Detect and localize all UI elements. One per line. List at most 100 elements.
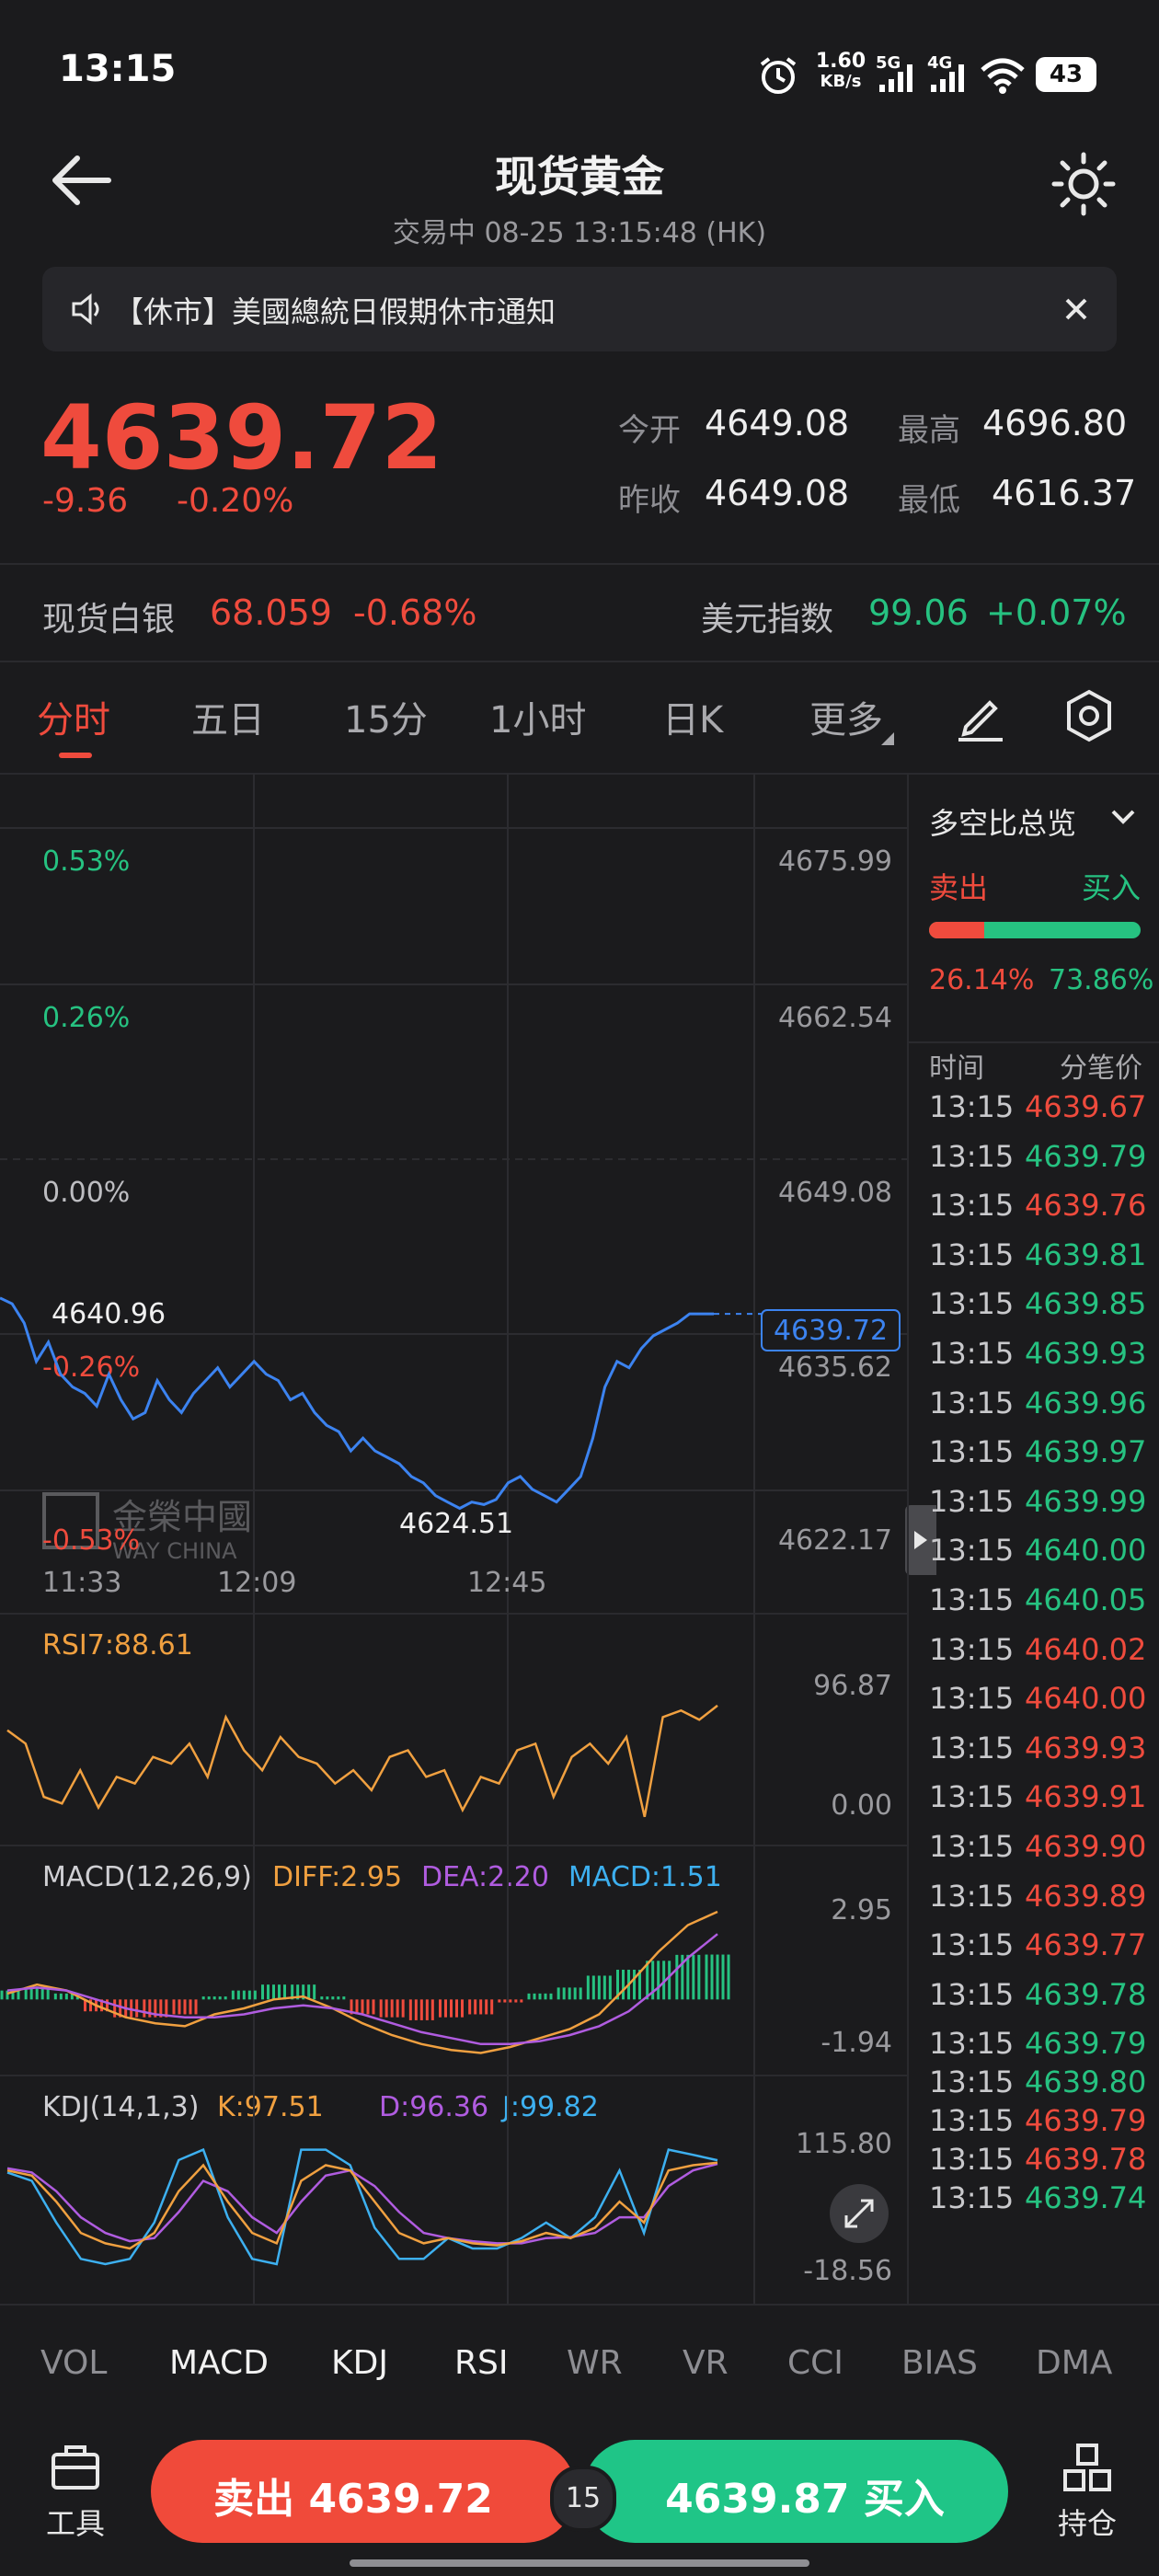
pencil-draw-icon[interactable] [953, 688, 1008, 743]
tick-time: 13:15 [929, 2026, 1015, 2061]
tick-row: 13:15 4639.78 [929, 1977, 1150, 2025]
rsi-min: 0.00 [831, 1789, 892, 1822]
indicator-tabs: VOL MACD KDJ RSI WR VR CCI BIAS DMA [0, 2306, 1159, 2425]
tick-time: 13:15 [929, 1286, 1015, 1321]
macd-label: MACD(12,26,9) [42, 1861, 252, 1893]
indicator-tab-kdj[interactable]: KDJ [331, 2344, 388, 2382]
tab-1hour[interactable]: 1小时 [489, 690, 586, 743]
net-speed: 1.60 KB/s [813, 52, 868, 92]
tick-row: 13:15 4639.76 [929, 1188, 1150, 1236]
tick-time: 13:15 [929, 2064, 1015, 2099]
tick-row: 13:15 4640.02 [929, 1632, 1150, 1680]
kdj-k: K:97.51 [217, 2091, 324, 2123]
tick-time: 13:15 [929, 1089, 1015, 1124]
tick-price: 4639.93 [1025, 1336, 1147, 1371]
high-mark: 4640.96 [52, 1298, 166, 1330]
home-indicator[interactable] [350, 2559, 809, 2567]
tick-price: 4640.05 [1025, 1582, 1147, 1617]
chart-area[interactable]: 金榮中國 WAY CHINA 0.53% 0.26% 0.00% -0.26% … [0, 775, 907, 2304]
tick-row: 13:15 4639.96 [929, 1386, 1150, 1433]
tick-price: 4639.80 [1025, 2064, 1147, 2099]
indicator-tab-rsi[interactable]: RSI [454, 2344, 508, 2382]
tick-time: 13:15 [929, 1927, 1015, 1962]
macd-diff: DIFF:2.95 [272, 1861, 402, 1893]
indicator-tab-dma[interactable]: DMA [1036, 2344, 1112, 2382]
tick-price: 4639.79 [1025, 2103, 1147, 2138]
notice-bar[interactable]: 【休市】美國總統日假期休市通知 [42, 267, 1117, 351]
tick-row: 13:15 4639.99 [929, 1484, 1150, 1532]
positions-label: 持仓 [1057, 2506, 1117, 2541]
tab-five-day[interactable]: 五日 [191, 690, 265, 743]
tick-price: 4639.91 [1025, 1779, 1147, 1814]
tab-more[interactable]: 更多 [809, 690, 883, 743]
time-label: 11:33 [42, 1567, 121, 1599]
dxy-price: 99.06 [868, 592, 969, 633]
silver-pct: -0.68% [353, 592, 477, 633]
related-quotes[interactable]: 现货白银 68.059 -0.68% 美元指数 99.06 +0.07% [0, 565, 1159, 661]
macd-max: 2.95 [831, 1894, 892, 1926]
theme-toggle-sun-icon[interactable] [1050, 151, 1117, 217]
silver-label: 现货白银 [42, 601, 176, 638]
speaker-icon [72, 293, 99, 326]
tick-row: 13:15 4639.81 [929, 1237, 1150, 1285]
main-chart-grid [0, 775, 907, 1614]
tick-price: 4639.67 [1025, 1089, 1147, 1124]
kdj-j-line [6, 2147, 718, 2266]
pct-label: 0.53% [42, 845, 130, 878]
indicator-tab-vr[interactable]: VR [683, 2344, 729, 2382]
sell-button[interactable]: 卖出 4639.72 [151, 2440, 576, 2543]
settings-hex-icon[interactable] [1060, 686, 1119, 745]
kdj-j: J:99.82 [500, 2091, 599, 2123]
macd-min: -1.94 [820, 2027, 892, 2059]
price-change-pct: -0.20% [177, 482, 294, 520]
price-change: -9.36 [42, 482, 129, 520]
sell-pct: 26.14% [929, 964, 1035, 996]
tick-price: 4640.00 [1025, 1681, 1147, 1716]
current-price-tag-text: 4639.72 [774, 1315, 888, 1347]
tick-price: 4639.81 [1025, 1237, 1147, 1272]
kdj-min: -18.56 [803, 2255, 892, 2287]
close-icon[interactable] [1060, 293, 1093, 326]
rsi-label: RSI7:88.61 [42, 1629, 193, 1662]
prev-close-value: 4649.08 [705, 473, 850, 513]
kdj-label: KDJ(14,1,3) [42, 2091, 199, 2123]
tick-price: 4639.96 [1025, 1386, 1147, 1420]
battery-icon: 43 [1036, 57, 1096, 92]
alarm-icon [760, 57, 797, 94]
current-price: 4639.72 [40, 386, 443, 489]
tick-row: 13:15 4639.77 [929, 1927, 1150, 1975]
tick-time: 13:15 [929, 2180, 1015, 2215]
dxy-label: 美元指数 [701, 601, 834, 638]
kdj-d-line [6, 2162, 718, 2245]
indicator-tab-vol[interactable]: VOL [40, 2344, 107, 2382]
tools-button[interactable]: 工具 [28, 2438, 120, 2548]
indicator-tab-wr[interactable]: WR [567, 2344, 623, 2382]
tick-time: 13:15 [929, 2142, 1015, 2177]
tick-price: 4639.90 [1025, 1829, 1147, 1864]
divider [909, 1041, 1159, 1043]
tick-row: 13:15 4640.00 [929, 1533, 1150, 1581]
chevron-down-icon[interactable] [1109, 808, 1137, 826]
indicator-tab-bias[interactable]: BIAS [901, 2344, 978, 2382]
tick-price: 4639.85 [1025, 1286, 1147, 1321]
tab-15min[interactable]: 15分 [344, 690, 428, 743]
long-short-title[interactable]: 多空比总览 [929, 800, 1076, 843]
positions-button[interactable]: 持仓 [1039, 2438, 1131, 2548]
tab-intraday[interactable]: 分时 [37, 690, 110, 743]
tick-time: 13:15 [929, 1977, 1015, 2012]
tab-daily-k[interactable]: 日K [662, 690, 723, 743]
indicator-tab-cci[interactable]: CCI [787, 2344, 843, 2382]
tick-price: 4639.78 [1025, 1977, 1147, 2012]
buy-button[interactable]: 4639.87 买入 [583, 2440, 1008, 2543]
tick-row: 13:15 4639.97 [929, 1434, 1150, 1482]
more-caret-icon [881, 732, 894, 745]
tick-time: 13:15 [929, 1582, 1015, 1617]
tick-price: 4639.79 [1025, 2026, 1147, 2061]
kdj-d: D:96.36 [379, 2091, 488, 2123]
high-label: 最高 [898, 412, 960, 449]
wifi-icon [981, 58, 1025, 94]
net-speed-value: 1.60 [815, 50, 866, 73]
tick-row: 13:15 4640.05 [929, 1582, 1150, 1630]
indicator-tab-macd[interactable]: MACD [169, 2344, 269, 2382]
price-axis-label: 4662.54 [778, 1002, 892, 1034]
